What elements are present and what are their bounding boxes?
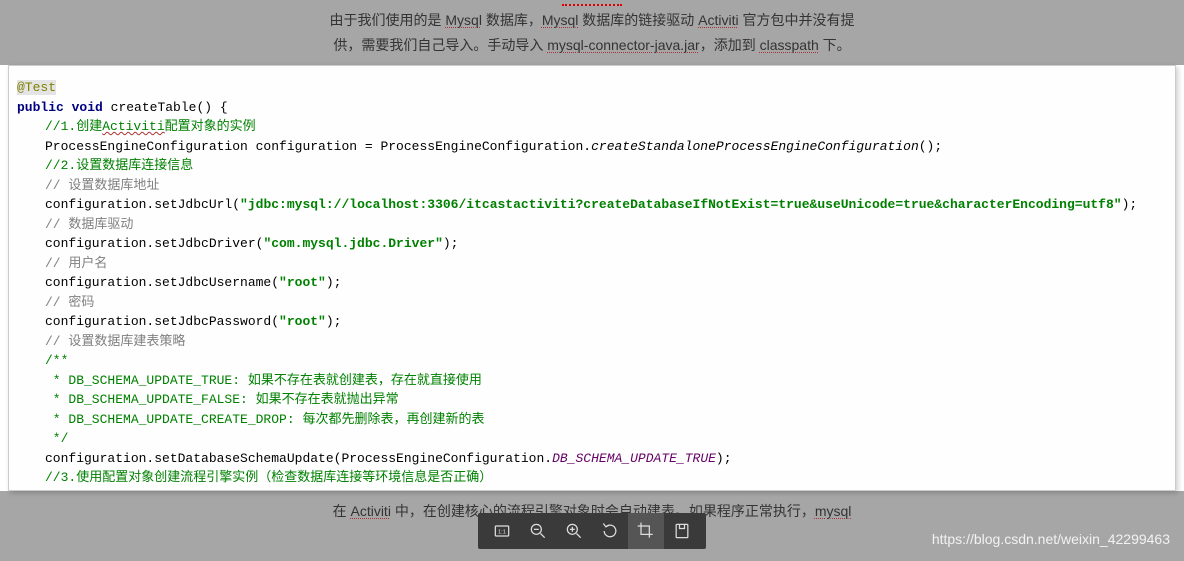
l6a: configuration.setDatabaseSchemaUpdate(Pr… (45, 451, 552, 466)
l5c: ); (326, 314, 342, 329)
mc5: */ (45, 431, 68, 446)
squiggle-decoration (562, 2, 622, 6)
l2a: configuration.setJdbcUrl( (45, 197, 240, 212)
l5a: configuration.setJdbcPassword( (45, 314, 279, 329)
l6c: ); (716, 451, 732, 466)
l1b: createStandaloneProcessEngineConfigurati… (591, 139, 919, 154)
l4b: "root" (279, 275, 326, 290)
c4: // 数据库驱动 (45, 217, 133, 232)
t2c: ，添加到 (700, 37, 760, 53)
c2: //2.设置数据库连接信息 (45, 158, 193, 173)
rotate-icon[interactable] (592, 513, 628, 549)
kw-void: void (72, 100, 103, 115)
t1g: 官方包中并没有提 (739, 12, 855, 28)
l5b: "root" (279, 314, 326, 329)
method-name: createTable() { (103, 100, 228, 115)
t1b: Mysql (445, 12, 482, 28)
code-snippet: @Test public void createTable() { //1.创建… (8, 65, 1176, 491)
t1a: 由于我们使用的是 (329, 12, 445, 28)
l6b: DB_SCHEMA_UPDATE_TRUE (552, 451, 716, 466)
crop-icon[interactable] (628, 513, 664, 549)
l4c: ); (326, 275, 342, 290)
t2b: mysql-connector-java.jar (547, 37, 700, 53)
t1f: Activiti (698, 12, 738, 28)
c8: //3.使用配置对象创建流程引擎实例（检查数据库连接等环境信息是否正确） (45, 470, 492, 485)
dimmed-top-overlay: 由于我们使用的是 Mysql 数据库，Mysql 数据库的链接驱动 Activi… (0, 0, 1184, 65)
zoom-out-icon[interactable] (520, 513, 556, 549)
c7: // 设置数据库建表策略 (45, 334, 185, 349)
l1a: ProcessEngineConfiguration configuration… (45, 139, 591, 154)
screenshot-toolbar: 1:1 (478, 513, 706, 549)
l2b: "jdbc:mysql://localhost:3306/itcastactiv… (240, 197, 1122, 212)
mc3: * DB_SCHEMA_UPDATE_FALSE: 如果不存在表就抛出异常 (45, 392, 399, 407)
zoom-in-icon[interactable] (556, 513, 592, 549)
l1c: (); (919, 139, 942, 154)
l3c: ); (443, 236, 459, 251)
t1e: 数据库的链接驱动 (578, 12, 698, 28)
b1d: mysql (815, 503, 852, 519)
l2c: ); (1122, 197, 1138, 212)
c6: // 密码 (45, 295, 94, 310)
mc1: /** (45, 353, 68, 368)
annotation: @Test (17, 80, 56, 95)
b1b: Activiti (350, 503, 390, 519)
b1a: 在 (333, 503, 351, 519)
t1c: 数据库， (482, 12, 542, 28)
watermark: https://blog.csdn.net/weixin_42299463 (932, 531, 1170, 547)
kw-public: public (17, 100, 64, 115)
fit-icon[interactable]: 1:1 (484, 513, 520, 549)
mc2: * DB_SCHEMA_UPDATE_TRUE: 如果不存在表就创建表，存在就直… (45, 373, 482, 388)
l3b: "com.mysql.jdbc.Driver" (263, 236, 442, 251)
l4a: configuration.setJdbcUsername( (45, 275, 279, 290)
t2e: 下。 (819, 37, 851, 53)
t2d: classpath (760, 37, 819, 53)
svg-text:1:1: 1:1 (498, 530, 506, 536)
save-icon[interactable] (664, 513, 700, 549)
t1d: Mysql (542, 12, 579, 28)
c1: //1.创建Activiti配置对象的实例 (45, 119, 256, 134)
c3: // 设置数据库地址 (45, 178, 159, 193)
l3a: configuration.setJdbcDriver( (45, 236, 263, 251)
c5: // 用户名 (45, 256, 107, 271)
intro-text: 由于我们使用的是 Mysql 数据库，Mysql 数据库的链接驱动 Activi… (0, 0, 1184, 58)
mc4: * DB_SCHEMA_UPDATE_CREATE_DROP: 每次都先删除表，… (45, 412, 484, 427)
t2a: 供，需要我们自己导入。手动导入 (333, 37, 547, 53)
